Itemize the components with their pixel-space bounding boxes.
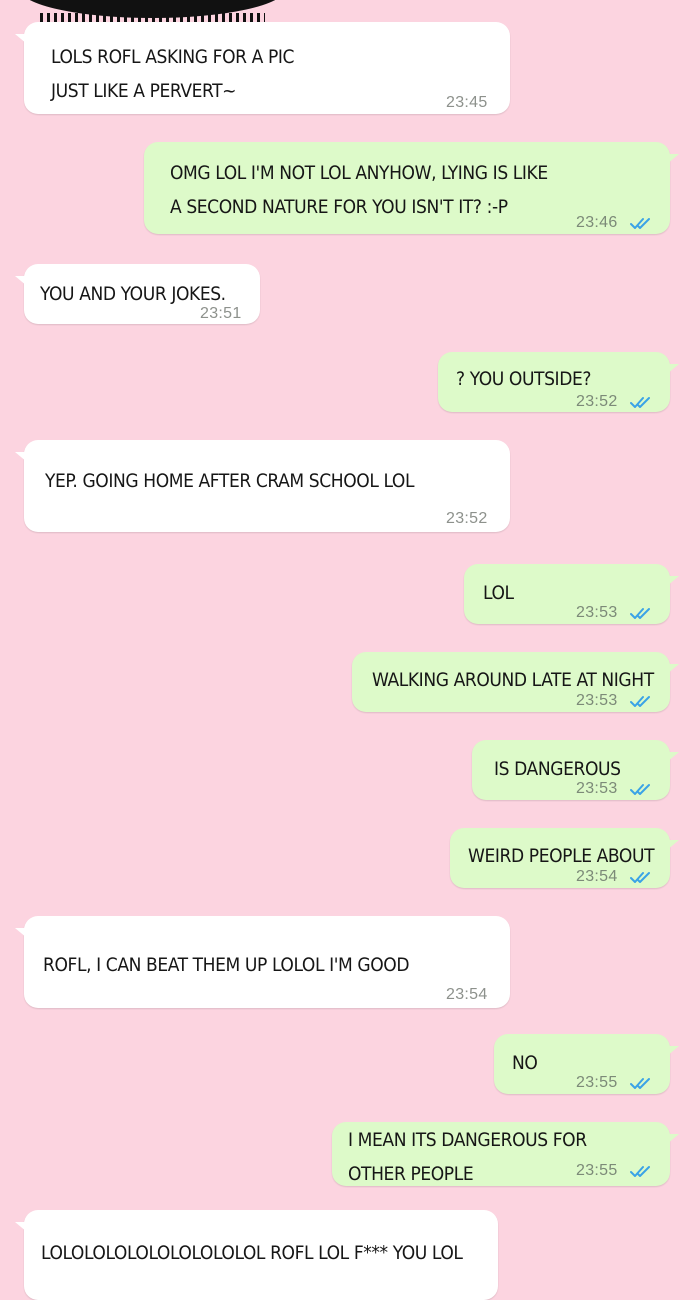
message-timestamp: 23:52	[576, 393, 618, 410]
message-timestamp: 23:55	[576, 1162, 618, 1179]
message-text: YEP. GOING HOME AFTER CRAM SCHOOL LOL	[45, 470, 415, 492]
message-timestamp: 23:53	[576, 780, 618, 797]
message-timestamp: 23:55	[576, 1074, 618, 1091]
outgoing-message[interactable]: OMG LOL I'M NOT LOL ANYHOW, LYING IS LIK…	[144, 142, 679, 234]
message-text: LOL	[483, 582, 514, 604]
read-receipt-double-check-icon	[630, 696, 650, 707]
message-text: I MEAN ITS DANGEROUS FOR OTHER PEOPLE	[348, 1129, 587, 1185]
incoming-message[interactable]: YOU AND YOUR JOKES. 23:51	[15, 264, 260, 324]
outgoing-message[interactable]: NO 23:55	[494, 1034, 679, 1094]
message-timestamp: 23:51	[200, 305, 242, 322]
message-timestamp: 23:52	[446, 510, 488, 527]
read-receipt-double-check-icon	[630, 1166, 650, 1177]
message-text: YOU AND YOUR JOKES.	[40, 283, 226, 305]
message-text: OMG LOL I'M NOT LOL ANYHOW, LYING IS LIK…	[170, 162, 548, 218]
message-text: LOLS ROFL ASKING FOR A PIC JUST LIKE A P…	[51, 46, 295, 102]
read-receipt-double-check-icon	[630, 218, 650, 229]
outgoing-message[interactable]: IS DANGEROUS 23:53	[472, 740, 679, 800]
message-timestamp: 23:53	[576, 604, 618, 621]
outgoing-message[interactable]: WEIRD PEOPLE ABOUT 23:54	[450, 828, 679, 888]
message-timestamp: 23:54	[576, 868, 618, 885]
message-text: LOLOLOLOLOLOLOLOLOLOL ROFL LOL F*** YOU …	[41, 1242, 463, 1264]
outgoing-message[interactable]: WALKING AROUND LATE AT NIGHT 23:53	[352, 652, 679, 712]
read-receipt-double-check-icon	[630, 1078, 650, 1089]
message-text: NO	[512, 1052, 538, 1074]
read-receipt-double-check-icon	[630, 397, 650, 408]
message-timestamp: 23:53	[576, 692, 618, 709]
read-receipt-double-check-icon	[630, 784, 650, 795]
incoming-message[interactable]: LOLOLOLOLOLOLOLOLOLOL ROFL LOL F*** YOU …	[15, 1210, 498, 1300]
outgoing-message[interactable]: ? YOU OUTSIDE? 23:52	[438, 352, 679, 412]
read-receipt-double-check-icon	[630, 872, 650, 883]
message-text: ? YOU OUTSIDE?	[456, 368, 592, 390]
message-timestamp: 23:54	[446, 986, 488, 1003]
message-timestamp: 23:45	[446, 94, 488, 111]
incoming-message[interactable]: YEP. GOING HOME AFTER CRAM SCHOOL LOL 23:…	[15, 440, 510, 532]
outgoing-message[interactable]: I MEAN ITS DANGEROUS FOR OTHER PEOPLE 23:…	[332, 1122, 679, 1186]
avatar-hair-fragment	[20, 0, 285, 23]
incoming-message[interactable]: ROFL, I CAN BEAT THEM UP LOLOL I'M GOOD 2…	[15, 916, 510, 1008]
outgoing-message[interactable]: LOL 23:53	[464, 564, 679, 624]
message-timestamp: 23:46	[576, 214, 618, 231]
message-text: ROFL, I CAN BEAT THEM UP LOLOL I'M GOOD	[43, 954, 410, 976]
message-text: WEIRD PEOPLE ABOUT	[468, 845, 655, 867]
incoming-message[interactable]: LOLS ROFL ASKING FOR A PIC JUST LIKE A P…	[15, 22, 510, 114]
read-receipt-double-check-icon	[630, 608, 650, 619]
